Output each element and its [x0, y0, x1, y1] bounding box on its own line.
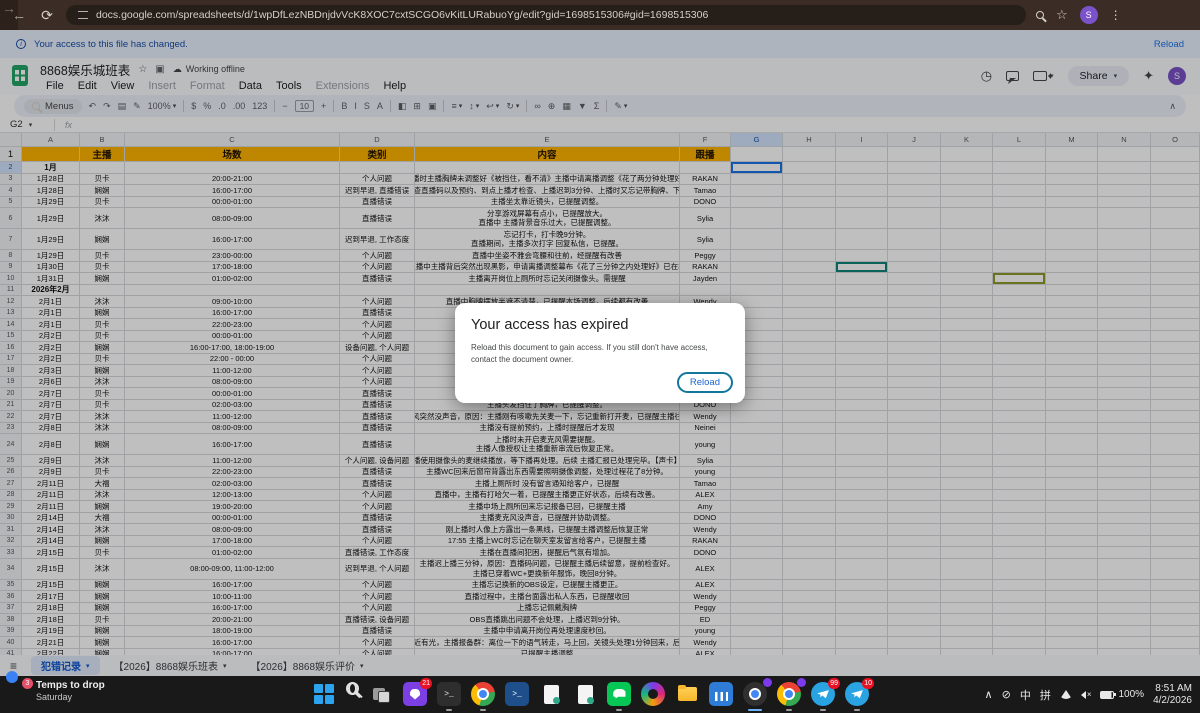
- weather-widget[interactable]: 3 Temps to drop Saturday: [8, 680, 105, 702]
- system-tray: ∧ ⊘ 中 拼 × 100% 8:51 AM 4/2/2026: [985, 676, 1192, 713]
- forward-icon[interactable]: →: [0, 0, 18, 30]
- reload-icon[interactable]: ⟳: [38, 7, 56, 24]
- dialog-body: Reload this document to gain access. If …: [471, 342, 729, 366]
- script-file-icon[interactable]: [573, 682, 597, 706]
- date-text: 4/2/2026: [1153, 695, 1192, 707]
- wifi-icon[interactable]: [1060, 690, 1072, 699]
- security-app-icon[interactable]: 21: [403, 682, 427, 706]
- time-text: 8:51 AM: [1153, 683, 1192, 695]
- chrome-icon[interactable]: [777, 682, 801, 706]
- start-button[interactable]: [312, 682, 336, 706]
- notification-badge: 10: [862, 678, 874, 689]
- powershell-icon[interactable]: >_: [505, 682, 529, 706]
- weather-subtext: Saturday: [36, 692, 105, 702]
- profile-badge: [797, 678, 806, 687]
- weather-badge: 3: [22, 678, 33, 689]
- notification-badge: 99: [828, 678, 840, 689]
- site-settings-icon[interactable]: [78, 11, 88, 19]
- line-app-icon[interactable]: [607, 682, 631, 706]
- script-file-icon[interactable]: [539, 682, 563, 706]
- access-expired-dialog: Your access has expired Reload this docu…: [455, 303, 745, 403]
- volume-muted-icon[interactable]: ×: [1081, 690, 1092, 699]
- browser-avatar[interactable]: S: [1080, 6, 1098, 24]
- telegram-icon[interactable]: 10: [845, 682, 869, 706]
- search-icon[interactable]: [346, 682, 359, 695]
- battery-icon: [1100, 691, 1114, 699]
- ime-language-indicator[interactable]: 中: [1020, 687, 1031, 703]
- battery-indicator[interactable]: 100%: [1100, 689, 1144, 700]
- loop-app-icon[interactable]: [641, 682, 665, 706]
- url-text: docs.google.com/spreadsheets/d/1wpDfLezN…: [96, 9, 708, 21]
- browser-menu-icon[interactable]: ⋮: [1110, 8, 1122, 22]
- tray-chevron-icon[interactable]: ∧: [985, 688, 993, 701]
- address-bar[interactable]: docs.google.com/spreadsheets/d/1wpDfLezN…: [66, 5, 1026, 25]
- clock[interactable]: 8:51 AM 4/2/2026: [1153, 683, 1192, 707]
- telegram-icon[interactable]: 99: [811, 682, 835, 706]
- chrome-profile-icon[interactable]: [471, 682, 495, 706]
- ime-mode-indicator[interactable]: 拼: [1040, 687, 1051, 703]
- search-tabs-icon[interactable]: [1036, 11, 1044, 19]
- terminal-icon[interactable]: >_: [437, 682, 461, 706]
- page: i Your access to this file has changed. …: [0, 30, 1200, 676]
- notification-badge: 21: [420, 678, 432, 689]
- dialog-reload-button[interactable]: Reload: [677, 372, 733, 393]
- bookmark-star-icon[interactable]: ☆: [1056, 7, 1068, 23]
- chrome-active-icon[interactable]: [743, 682, 767, 706]
- browser-toolbar: ← → ⟳ docs.google.com/spreadsheets/d/1wp…: [0, 0, 1200, 30]
- battery-percent: 100%: [1118, 689, 1144, 700]
- weather-headline: Temps to drop: [36, 680, 105, 692]
- file-explorer-icon[interactable]: [675, 682, 699, 706]
- task-manager-icon[interactable]: [709, 682, 733, 706]
- task-view-icon[interactable]: [369, 682, 393, 706]
- mic-muted-icon[interactable]: ⊘: [1002, 688, 1011, 701]
- dialog-title: Your access has expired: [471, 317, 729, 333]
- profile-badge: [763, 678, 772, 687]
- windows-taskbar: 3 Temps to drop Saturday 21 >_ >_ 99 10 ∧ ⊘ …: [0, 676, 1200, 713]
- screen: ← → ⟳ docs.google.com/spreadsheets/d/1wp…: [0, 0, 1200, 713]
